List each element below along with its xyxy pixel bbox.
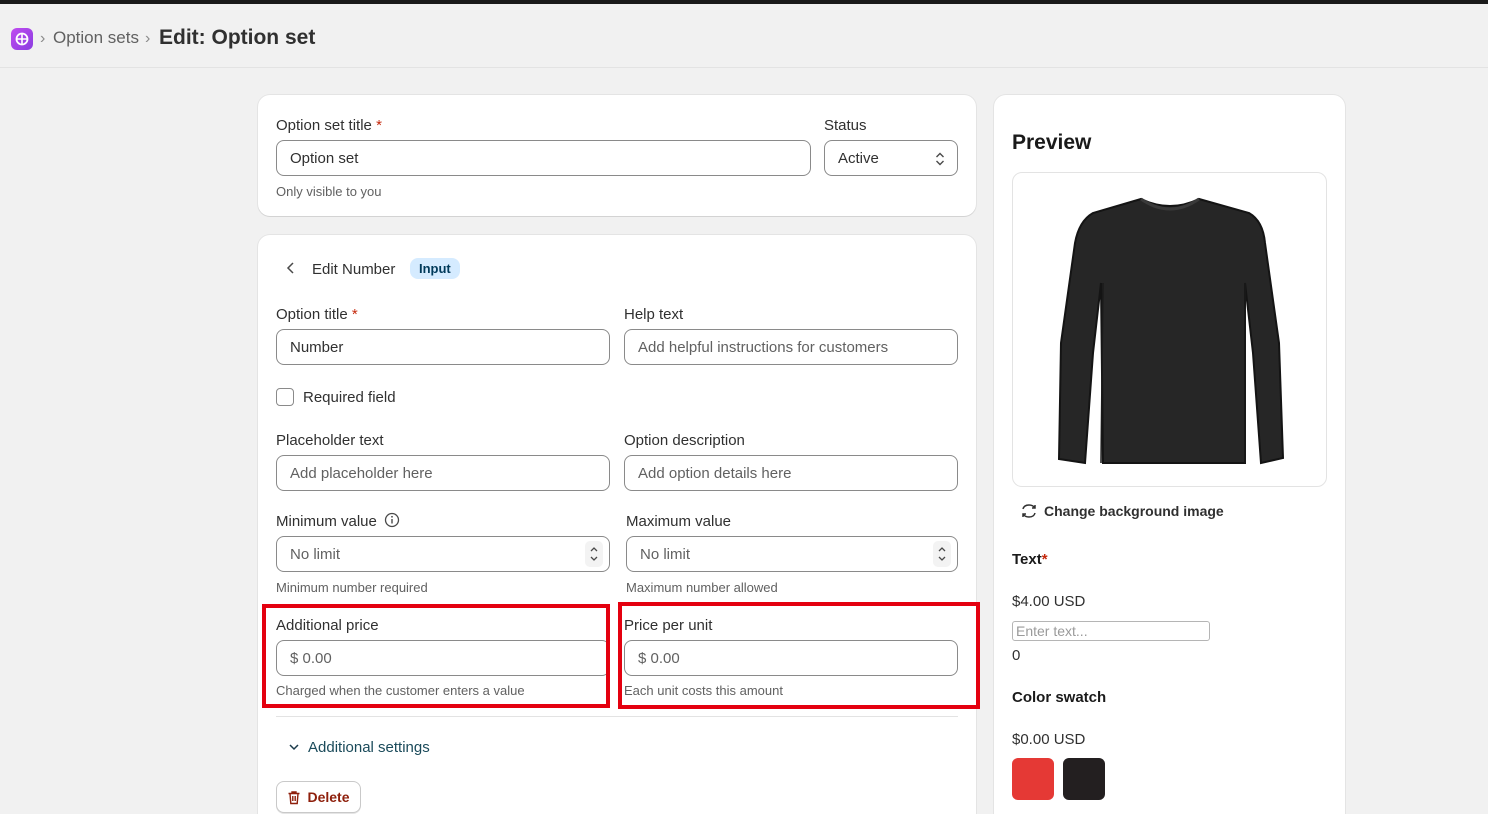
back-chevron-icon[interactable] (285, 261, 297, 275)
placeholder-text-label: Placeholder text (276, 432, 384, 449)
info-icon[interactable] (384, 512, 400, 528)
editor-heading: Edit Number (312, 261, 396, 278)
option-set-title-hint: Only visible to you (276, 184, 382, 199)
breadcrumb-option-sets-link[interactable]: Option sets (53, 28, 139, 48)
option-set-title-input[interactable]: Option set (276, 140, 811, 176)
product-image (1012, 172, 1327, 487)
help-text-input[interactable]: Add helpful instructions for customers (624, 329, 958, 365)
status-select[interactable]: Active (824, 140, 958, 176)
maximum-value-input[interactable]: No limit (626, 536, 958, 572)
option-title-label: Option title * (276, 306, 358, 323)
breadcrumb-separator: › (145, 30, 151, 47)
preview-title: Preview (1012, 131, 1092, 154)
swatch-red[interactable] (1012, 758, 1054, 800)
chevron-down-icon (289, 744, 299, 751)
page-header: › Option sets › Edit: Option set (0, 4, 1488, 68)
minimum-value-stepper[interactable] (585, 541, 603, 567)
required-field-label: Required field (303, 389, 396, 406)
breadcrumb-separator: › (40, 30, 46, 47)
preview-color-swatch-label: Color swatch (1012, 689, 1107, 706)
minimum-value-hint: Minimum number required (276, 580, 428, 595)
option-description-input[interactable]: Add option details here (624, 455, 958, 491)
highlight-box-additional-price (262, 604, 610, 708)
maximum-value-label: Maximum value (626, 513, 732, 530)
preview-text-price: $4.00 USD (1012, 593, 1086, 610)
select-chevron-icon (936, 152, 944, 166)
divider (276, 716, 958, 717)
maximum-value-hint: Maximum number allowed (626, 580, 778, 595)
required-field-checkbox[interactable] (276, 388, 294, 406)
input-type-badge: Input (410, 258, 460, 279)
placeholder-text-input[interactable]: Add placeholder here (276, 455, 610, 491)
change-background-button[interactable]: Change background image (1020, 503, 1224, 519)
preview-char-count: 0 (1012, 647, 1021, 664)
highlight-box-price-per-unit (618, 602, 980, 709)
preview-swatch-price: $0.00 USD (1012, 731, 1086, 748)
preview-text-label: Text* (1012, 551, 1048, 568)
app-logo-icon[interactable] (11, 28, 33, 50)
maximum-value-stepper[interactable] (933, 541, 951, 567)
option-description-label: Option description (624, 432, 745, 449)
delete-button[interactable]: Delete (276, 781, 361, 813)
swatch-black[interactable] (1063, 758, 1105, 800)
option-set-title-label: Option set title * (276, 117, 382, 134)
refresh-icon (1022, 504, 1036, 518)
preview-text-input[interactable]: Enter text... (1012, 621, 1210, 641)
status-label: Status (824, 117, 867, 134)
minimum-value-input[interactable]: No limit (276, 536, 610, 572)
help-text-label: Help text (624, 306, 684, 323)
option-title-input[interactable]: Number (276, 329, 610, 365)
trash-icon (288, 790, 300, 804)
long-sleeve-shirt-icon (1057, 197, 1285, 465)
minimum-value-label: Minimum value (276, 513, 377, 530)
additional-settings-toggle[interactable]: Additional settings (308, 739, 430, 756)
page-title: Edit: Option set (159, 26, 316, 49)
